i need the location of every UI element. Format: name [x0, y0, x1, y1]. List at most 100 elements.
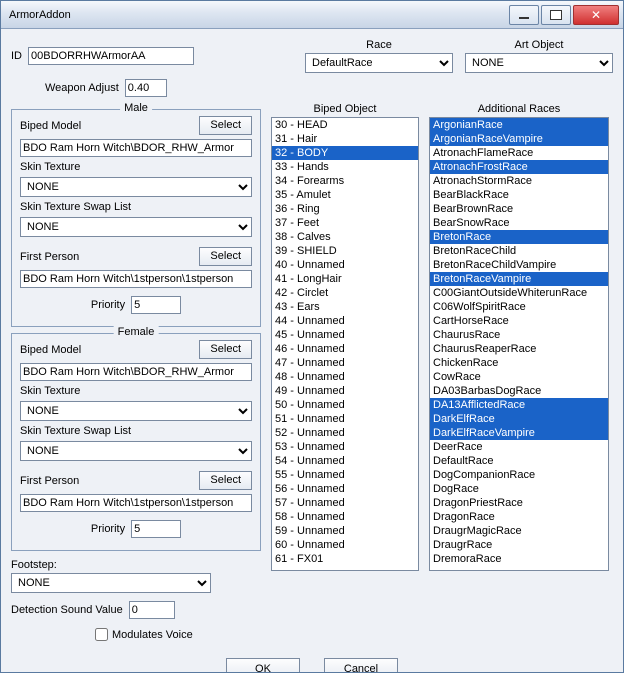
- list-item[interactable]: 32 - BODY: [272, 146, 418, 160]
- female-skin-swap-select[interactable]: NONE: [20, 441, 252, 461]
- male-skin-texture-select[interactable]: NONE: [20, 177, 252, 197]
- additional-races-label: Additional Races: [429, 103, 609, 115]
- list-item[interactable]: 53 - Unnamed: [272, 440, 418, 454]
- additional-races-list[interactable]: ArgonianRaceArgonianRaceVampireAtronachF…: [429, 117, 609, 571]
- list-item[interactable]: 35 - Amulet: [272, 188, 418, 202]
- list-item[interactable]: DefaultRace: [430, 454, 608, 468]
- list-item[interactable]: 39 - SHIELD: [272, 244, 418, 258]
- male-skin-swap-select[interactable]: NONE: [20, 217, 252, 237]
- list-item[interactable]: 33 - Hands: [272, 160, 418, 174]
- male-first-person-input[interactable]: [20, 270, 252, 288]
- list-item[interactable]: ArgonianRace: [430, 118, 608, 132]
- list-item[interactable]: ChickenRace: [430, 356, 608, 370]
- list-item[interactable]: 56 - Unnamed: [272, 482, 418, 496]
- list-item[interactable]: 36 - Ring: [272, 202, 418, 216]
- list-item[interactable]: DraugrMagicRace: [430, 524, 608, 538]
- list-item[interactable]: 42 - Circlet: [272, 286, 418, 300]
- list-item[interactable]: DogCompanionRace: [430, 468, 608, 482]
- list-item[interactable]: BearBlackRace: [430, 188, 608, 202]
- id-input[interactable]: [28, 47, 194, 65]
- list-item[interactable]: DeerRace: [430, 440, 608, 454]
- list-item[interactable]: DragonRace: [430, 510, 608, 524]
- list-item[interactable]: AtronachStormRace: [430, 174, 608, 188]
- list-item[interactable]: 55 - Unnamed: [272, 468, 418, 482]
- list-item[interactable]: DA13AfflictedRace: [430, 398, 608, 412]
- window-title: ArmorAddon: [9, 9, 509, 21]
- list-item[interactable]: 49 - Unnamed: [272, 384, 418, 398]
- list-item[interactable]: 38 - Calves: [272, 230, 418, 244]
- list-item[interactable]: 54 - Unnamed: [272, 454, 418, 468]
- list-item[interactable]: AtronachFlameRace: [430, 146, 608, 160]
- biped-object-list[interactable]: 30 - HEAD31 - Hair32 - BODY33 - Hands34 …: [271, 117, 419, 571]
- list-item[interactable]: DarkElfRace: [430, 412, 608, 426]
- titlebar[interactable]: ArmorAddon: [1, 1, 623, 29]
- cancel-button[interactable]: Cancel: [324, 658, 398, 672]
- list-item[interactable]: BretonRaceChild: [430, 244, 608, 258]
- female-biped-select-button[interactable]: Select: [199, 340, 252, 359]
- list-item[interactable]: 34 - Forearms: [272, 174, 418, 188]
- close-button[interactable]: [573, 5, 619, 25]
- list-item[interactable]: DarkElfRaceVampire: [430, 426, 608, 440]
- list-item[interactable]: 60 - Unnamed: [272, 538, 418, 552]
- list-item[interactable]: 52 - Unnamed: [272, 426, 418, 440]
- list-item[interactable]: 44 - Unnamed: [272, 314, 418, 328]
- male-priority-input[interactable]: [131, 296, 181, 314]
- race-select[interactable]: DefaultRace: [305, 53, 453, 73]
- list-item[interactable]: 47 - Unnamed: [272, 356, 418, 370]
- list-item[interactable]: DA03BarbasDogRace: [430, 384, 608, 398]
- minimize-button[interactable]: [509, 5, 539, 25]
- female-priority-input[interactable]: [131, 520, 181, 538]
- list-item[interactable]: 45 - Unnamed: [272, 328, 418, 342]
- list-item[interactable]: ChaurusRace: [430, 328, 608, 342]
- modulates-voice-label: Modulates Voice: [112, 629, 193, 641]
- art-object-select[interactable]: NONE: [465, 53, 613, 73]
- list-item[interactable]: C00GiantOutsideWhiterunRace: [430, 286, 608, 300]
- modulates-voice-checkbox[interactable]: [95, 628, 108, 641]
- detection-sound-input[interactable]: [129, 601, 175, 619]
- list-item[interactable]: BearBrownRace: [430, 202, 608, 216]
- male-biped-model-input[interactable]: [20, 139, 252, 157]
- list-item[interactable]: DragonPriestRace: [430, 496, 608, 510]
- list-item[interactable]: 43 - Ears: [272, 300, 418, 314]
- female-first-person-input[interactable]: [20, 494, 252, 512]
- footstep-label: Footstep:: [11, 559, 261, 571]
- female-legend: Female: [114, 326, 159, 338]
- male-fp-select-button[interactable]: Select: [199, 247, 252, 266]
- list-item[interactable]: BretonRaceChildVampire: [430, 258, 608, 272]
- footstep-select[interactable]: NONE: [11, 573, 211, 593]
- list-item[interactable]: ChaurusReaperRace: [430, 342, 608, 356]
- list-item[interactable]: CartHorseRace: [430, 314, 608, 328]
- list-item[interactable]: DremoraRace: [430, 552, 608, 566]
- list-item[interactable]: 48 - Unnamed: [272, 370, 418, 384]
- biped-object-label: Biped Object: [271, 103, 419, 115]
- list-item[interactable]: BearSnowRace: [430, 216, 608, 230]
- ok-button[interactable]: OK: [226, 658, 300, 672]
- list-item[interactable]: 41 - LongHair: [272, 272, 418, 286]
- list-item[interactable]: 37 - Feet: [272, 216, 418, 230]
- list-item[interactable]: C06WolfSpiritRace: [430, 300, 608, 314]
- maximize-button[interactable]: [541, 5, 571, 25]
- list-item[interactable]: 31 - Hair: [272, 132, 418, 146]
- list-item[interactable]: 30 - HEAD: [272, 118, 418, 132]
- content-area: ID Race DefaultRace Art Object NONE: [1, 29, 623, 672]
- weapon-adjust-input[interactable]: [125, 79, 167, 97]
- list-item[interactable]: 58 - Unnamed: [272, 510, 418, 524]
- list-item[interactable]: BretonRaceVampire: [430, 272, 608, 286]
- list-item[interactable]: AtronachFrostRace: [430, 160, 608, 174]
- list-item[interactable]: 59 - Unnamed: [272, 524, 418, 538]
- list-item[interactable]: 61 - FX01: [272, 552, 418, 566]
- list-item[interactable]: 46 - Unnamed: [272, 342, 418, 356]
- female-fp-select-button[interactable]: Select: [199, 471, 252, 490]
- list-item[interactable]: 40 - Unnamed: [272, 258, 418, 272]
- list-item[interactable]: 50 - Unnamed: [272, 398, 418, 412]
- list-item[interactable]: DraugrRace: [430, 538, 608, 552]
- female-skin-texture-select[interactable]: NONE: [20, 401, 252, 421]
- list-item[interactable]: DogRace: [430, 482, 608, 496]
- list-item[interactable]: CowRace: [430, 370, 608, 384]
- male-biped-select-button[interactable]: Select: [199, 116, 252, 135]
- list-item[interactable]: ArgonianRaceVampire: [430, 132, 608, 146]
- list-item[interactable]: BretonRace: [430, 230, 608, 244]
- female-biped-model-input[interactable]: [20, 363, 252, 381]
- list-item[interactable]: 51 - Unnamed: [272, 412, 418, 426]
- list-item[interactable]: 57 - Unnamed: [272, 496, 418, 510]
